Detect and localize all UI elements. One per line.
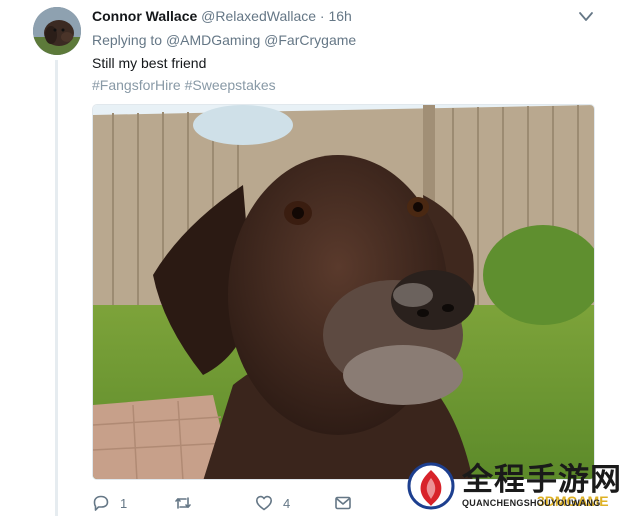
chevron-down-icon[interactable] — [578, 10, 594, 24]
watermark-subtitle: QUANCHENGSHOUYOUWANG — [462, 498, 601, 508]
dog-photo — [93, 105, 594, 479]
direct-message-button[interactable] — [334, 493, 352, 513]
envelope-icon — [335, 496, 351, 510]
replying-to-label: Replying to — [92, 32, 163, 48]
separator-dot: · — [319, 8, 325, 24]
retweet-icon — [175, 497, 191, 509]
display-name[interactable]: Connor Wallace — [92, 8, 197, 24]
reply-icon — [93, 495, 109, 511]
reply-count: 1 — [120, 495, 128, 511]
replying-to-line: Replying to @AMDGaming @FarCrygame — [92, 31, 356, 49]
avatar[interactable] — [33, 7, 81, 55]
tweet-header: Connor Wallace @RelaxedWallace · 16h — [92, 7, 352, 25]
tweet-photo[interactable] — [92, 104, 595, 480]
tweet-timestamp[interactable]: 16h — [328, 8, 351, 24]
user-handle[interactable]: @RelaxedWallace — [201, 8, 316, 24]
watermark-logo-icon — [407, 462, 455, 510]
mention-link[interactable]: @FarCrygame — [264, 32, 356, 48]
mention-link[interactable]: @AMDGaming — [166, 32, 260, 48]
hashtag-link[interactable]: #Sweepstakes — [185, 77, 276, 93]
thread-connector-line — [55, 60, 58, 516]
retweet-button[interactable] — [174, 493, 202, 513]
avatar-image — [33, 7, 81, 55]
hashtag-line: #FangsforHire #Sweepstakes — [92, 76, 276, 94]
like-button[interactable]: 4 — [255, 493, 290, 513]
tweet-text: Still my best friend — [92, 55, 207, 71]
like-count: 4 — [283, 495, 291, 511]
site-watermark: 全程手游网 3DMGAME QUANCHENGSHOUYOUWANG — [407, 460, 624, 516]
reply-button[interactable]: 1 — [92, 493, 127, 513]
heart-icon — [256, 495, 272, 511]
hashtag-link[interactable]: #FangsforHire — [92, 77, 181, 93]
